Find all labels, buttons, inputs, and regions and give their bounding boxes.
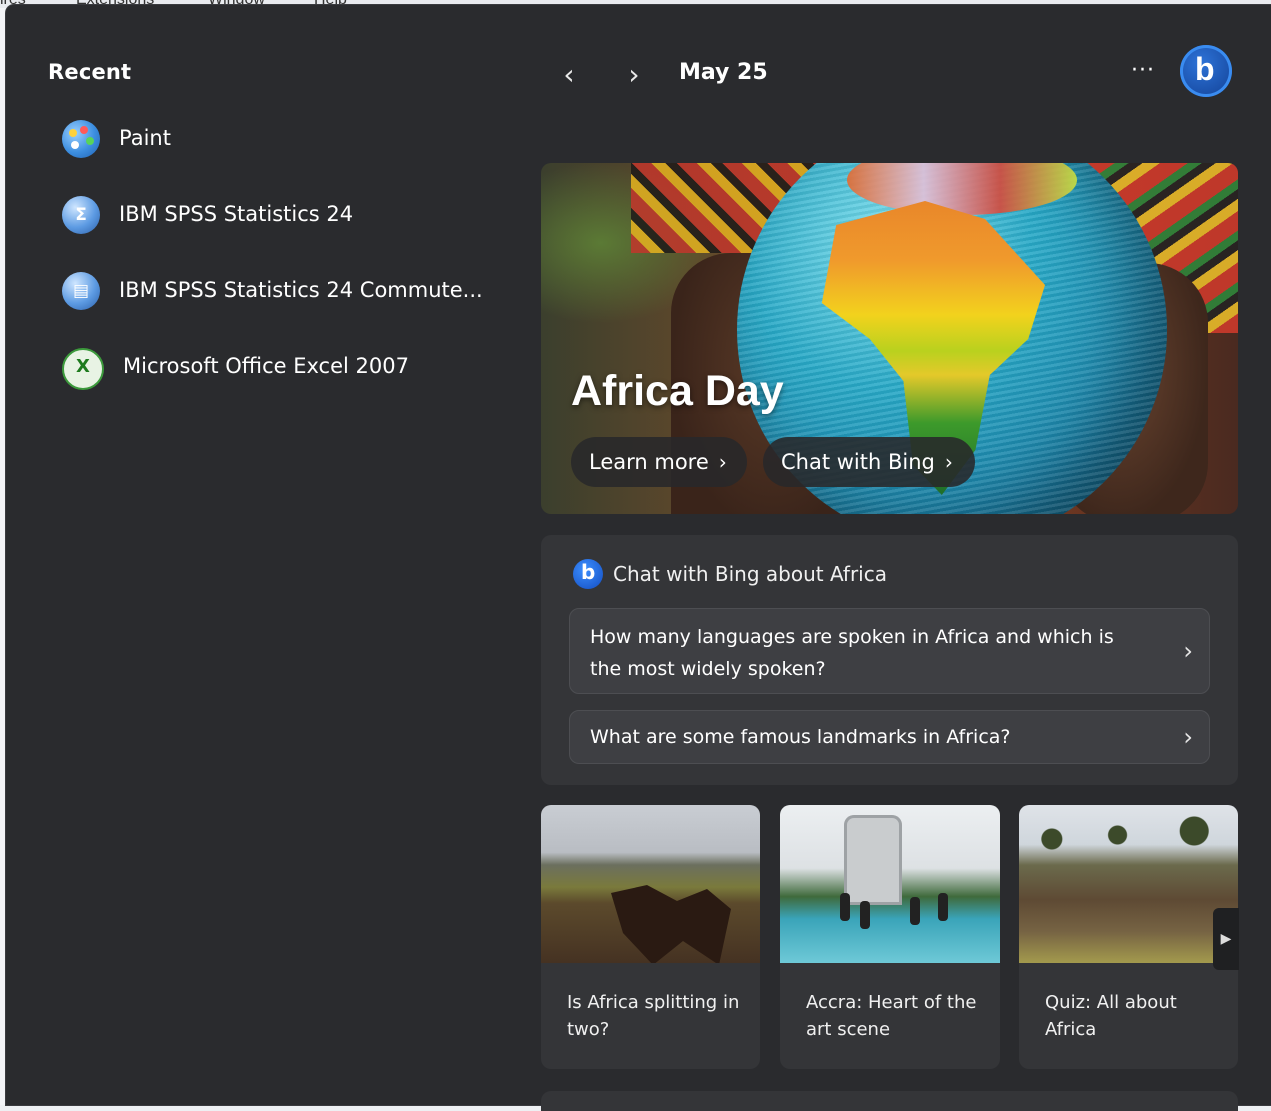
recent-item-label: IBM SPSS Statistics 24 Commute... — [119, 278, 483, 302]
next-day-button[interactable]: › — [618, 57, 650, 93]
chat-card-header: b Chat with Bing about Africa — [573, 558, 887, 590]
suggested-question[interactable]: How many languages are spoken in Africa … — [569, 608, 1210, 694]
question-text: How many languages are spoken in Africa … — [590, 626, 1114, 680]
recent-list: Paint Σ IBM SPSS Statistics 24 ▤ IBM SPS… — [62, 118, 502, 422]
previous-day-button[interactable]: ‹ — [553, 57, 585, 93]
wildebeest-herd-image — [1019, 805, 1238, 963]
paint-icon — [62, 120, 100, 158]
recent-item-spss-commuter[interactable]: ▤ IBM SPSS Statistics 24 Commute... — [62, 270, 502, 346]
news-card[interactable]: Is Africa splitting in two? — [541, 805, 760, 1069]
news-card-caption: Is Africa splitting in two? — [567, 992, 740, 1040]
scroll-right-button[interactable]: ▶ — [1213, 908, 1239, 970]
news-card[interactable]: Accra: Heart of the art scene — [780, 805, 1000, 1069]
recent-item-paint[interactable]: Paint — [62, 118, 502, 194]
date-label: May 25 — [679, 60, 768, 85]
chat-with-bing-label: Chat with Bing — [781, 450, 935, 474]
rift-crack-image — [541, 805, 760, 963]
hero-card[interactable]: Africa Day Learn more › Chat with Bing › — [541, 163, 1238, 514]
spss-commuter-icon: ▤ — [62, 272, 100, 310]
chevron-right-icon: › — [944, 450, 953, 474]
more-options-button[interactable]: ··· — [1123, 57, 1163, 93]
suggested-question[interactable]: What are some famous landmarks in Africa… — [569, 710, 1210, 764]
news-card-caption: Accra: Heart of the art scene — [806, 992, 977, 1040]
bing-icon: b — [573, 559, 603, 589]
chevron-right-icon: › — [718, 450, 727, 474]
bing-button[interactable]: b — [1180, 45, 1232, 97]
accra-monument-image — [780, 805, 1000, 963]
news-card-caption: Quiz: All about Africa — [1045, 992, 1177, 1040]
chevron-right-icon: › — [1183, 723, 1193, 751]
spss-icon: Σ — [62, 196, 100, 234]
bing-icon: b — [1195, 51, 1215, 87]
recent-item-excel[interactable]: X Microsoft Office Excel 2007 — [62, 346, 502, 422]
recent-item-spss[interactable]: Σ IBM SPSS Statistics 24 — [62, 194, 502, 270]
chat-card-title: Chat with Bing about Africa — [613, 562, 887, 586]
news-card[interactable]: Quiz: All about Africa — [1019, 805, 1238, 1069]
next-card-peek — [541, 1091, 1238, 1111]
recent-heading: Recent — [48, 60, 132, 84]
recent-item-label: Microsoft Office Excel 2007 — [123, 354, 409, 378]
learn-more-button[interactable]: Learn more › — [571, 437, 747, 487]
recent-item-label: IBM SPSS Statistics 24 — [119, 202, 354, 226]
chevron-right-icon: › — [1183, 637, 1193, 665]
chat-with-bing-card: b Chat with Bing about Africa How many l… — [541, 535, 1238, 785]
recent-item-label: Paint — [119, 126, 171, 150]
learn-more-label: Learn more — [589, 450, 709, 474]
hero-title: Africa Day — [571, 367, 784, 415]
question-text: What are some famous landmarks in Africa… — [590, 726, 1011, 748]
start-menu-panel: Recent Paint Σ IBM SPSS Statistics 24 ▤ … — [6, 5, 1271, 1111]
excel-icon: X — [62, 348, 104, 390]
chat-with-bing-button[interactable]: Chat with Bing › — [763, 437, 975, 487]
